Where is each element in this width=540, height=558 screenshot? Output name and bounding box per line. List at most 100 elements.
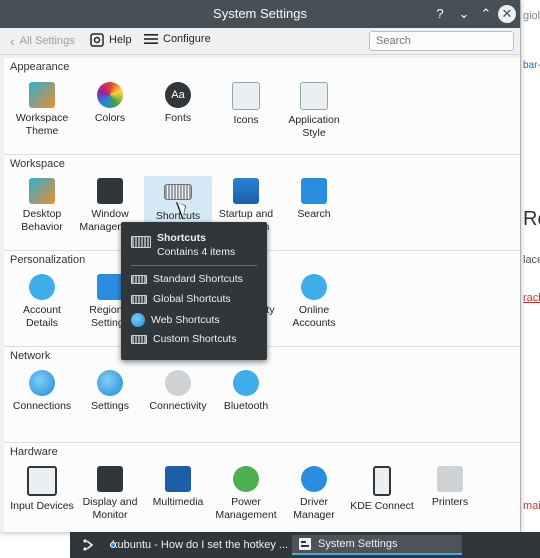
taskbar-browser-task[interactable]: kubuntu - How do I set the hotkey ... — [100, 535, 288, 555]
fonts-icon: Aa — [165, 82, 191, 108]
tooltip-item-label: Custom Shortcuts — [153, 333, 237, 345]
module-label: Colors — [94, 112, 126, 124]
window-management-icon — [97, 178, 123, 204]
module-label: Icons — [233, 114, 259, 126]
tooltip-item-custom-shortcuts[interactable]: Custom Shortcuts — [131, 333, 236, 345]
module-tile: Connectivity — [144, 368, 212, 415]
regional-settings-icon — [97, 274, 123, 300]
module-tile: Search — [280, 176, 348, 223]
module-tile: Connections — [8, 368, 76, 415]
driver-manager-icon — [301, 466, 327, 492]
minimize-button[interactable]: ⌄ — [454, 4, 474, 24]
taskbar-settings-task[interactable]: System Settings — [292, 535, 462, 555]
settings-module-driver-manager[interactable]: Driver Manager — [280, 464, 348, 524]
toolbar: ‹ All Settings Help Configure — [0, 28, 520, 55]
display-monitor-icon — [97, 466, 123, 492]
colors-icon — [97, 82, 123, 108]
settings-module-application-style[interactable]: Application Style — [280, 80, 348, 142]
tooltip-header: Shortcuts Contains 4 items — [131, 232, 235, 258]
multimedia-icon — [165, 466, 191, 492]
module-tile: Aa Fonts — [144, 80, 212, 127]
settings-module-desktop-behavior[interactable]: Desktop Behavior — [8, 176, 76, 236]
module-tile: Printers — [416, 464, 484, 511]
background-browser-page: giol bar-r Reg lace racle mail, — [520, 0, 540, 532]
help-button[interactable]: ? — [430, 4, 450, 24]
module-label: Connections — [12, 400, 72, 412]
system-settings-window: System Settings ? ⌄ ⌃ ✕ ‹ All Settings H… — [0, 0, 520, 532]
module-label: Printers — [431, 496, 469, 508]
keyboard-icon — [131, 236, 151, 248]
tooltip-item-web-shortcuts[interactable]: Web Shortcuts — [131, 313, 220, 327]
module-tile: Account Details — [8, 272, 76, 332]
module-tile: Colors — [76, 80, 144, 127]
settings-module-display-monitor[interactable]: Display and Monitor — [76, 464, 144, 524]
module-label: Connectivity — [149, 400, 207, 412]
shortcuts-tooltip: Shortcuts Contains 4 items Standard Shor… — [121, 222, 267, 360]
tooltip-item-label: Global Shortcuts — [153, 293, 231, 305]
launcher-icon — [83, 539, 94, 551]
settings-module-network-settings[interactable]: Settings — [76, 368, 144, 415]
help-label: Help — [109, 34, 132, 46]
module-label: Account Details — [23, 304, 61, 329]
all-settings-button[interactable]: ‹ All Settings — [10, 33, 75, 49]
module-label: KDE Connect — [350, 500, 414, 512]
module-label: Multimedia — [152, 496, 204, 508]
module-label: Workspace Theme — [15, 112, 69, 137]
network-settings-icon — [97, 370, 123, 396]
background-text: bar-r — [523, 60, 540, 71]
launcher-button[interactable] — [78, 535, 98, 555]
module-tile: Application Style — [280, 80, 348, 142]
settings-module-account-details[interactable]: Account Details — [8, 272, 76, 332]
kde-connect-icon — [373, 466, 391, 496]
tooltip-item-standard-shortcuts[interactable]: Standard Shortcuts — [131, 273, 243, 285]
configure-button[interactable]: Configure — [144, 33, 211, 45]
module-tile: Online Accounts — [280, 272, 348, 332]
module-label: Search — [297, 208, 331, 220]
module-tile: Icons — [212, 80, 280, 129]
category-header-appearance: Appearance — [4, 58, 520, 78]
settings-module-connections[interactable]: Connections — [8, 368, 76, 415]
background-text: giol — [523, 10, 540, 22]
help-menu-button[interactable]: Help — [90, 33, 132, 47]
settings-module-workspace-theme[interactable]: Workspace Theme — [8, 80, 76, 140]
module-tile: Multimedia — [144, 464, 212, 511]
module-tile: Power Management — [212, 464, 280, 524]
desktop-behavior-icon — [29, 178, 55, 204]
settings-module-connectivity[interactable]: Connectivity — [144, 368, 212, 415]
tooltip-item-global-shortcuts[interactable]: Global Shortcuts — [131, 293, 231, 305]
settings-module-icons[interactable]: Icons — [212, 80, 280, 129]
online-accounts-icon — [301, 274, 327, 300]
background-link[interactable]: racle — [523, 292, 540, 304]
application-style-icon — [300, 82, 328, 110]
module-label: Settings — [91, 400, 129, 412]
globe-icon — [131, 313, 145, 327]
startup-shutdown-icon — [233, 178, 259, 204]
search-icon — [301, 178, 327, 204]
settings-module-search[interactable]: Search — [280, 176, 348, 223]
power-management-icon — [233, 466, 259, 492]
module-tile: Workspace Theme — [8, 80, 76, 140]
tooltip-item-label: Standard Shortcuts — [153, 273, 243, 285]
settings-module-bluetooth[interactable]: Bluetooth — [212, 368, 280, 415]
module-tile: Driver Manager — [280, 464, 348, 524]
titlebar[interactable]: System Settings ? ⌄ ⌃ ✕ — [0, 0, 520, 28]
maximize-button[interactable]: ⌃ — [476, 4, 496, 24]
settings-module-colors[interactable]: Colors — [76, 80, 144, 127]
settings-module-power-management[interactable]: Power Management — [212, 464, 280, 524]
icons-icon — [232, 82, 260, 110]
settings-module-input-devices[interactable]: Input Devices — [8, 464, 76, 515]
module-label: Fonts — [164, 112, 192, 124]
close-button[interactable]: ✕ — [498, 5, 516, 23]
settings-module-fonts[interactable]: Aa Fonts — [144, 80, 212, 127]
module-label: Input Devices — [10, 500, 74, 512]
hamburger-icon — [144, 34, 158, 44]
input-devices-icon — [27, 466, 57, 496]
settings-module-kde-connect[interactable]: KDE Connect — [348, 464, 416, 515]
module-tile: Bluetooth — [212, 368, 280, 415]
settings-module-online-accounts[interactable]: Online Accounts — [280, 272, 348, 332]
module-label: Desktop Behavior — [21, 208, 63, 233]
search-input[interactable] — [369, 31, 514, 51]
background-text: lace — [523, 254, 540, 266]
settings-module-multimedia[interactable]: Multimedia — [144, 464, 212, 511]
settings-module-printers[interactable]: Printers — [416, 464, 484, 511]
